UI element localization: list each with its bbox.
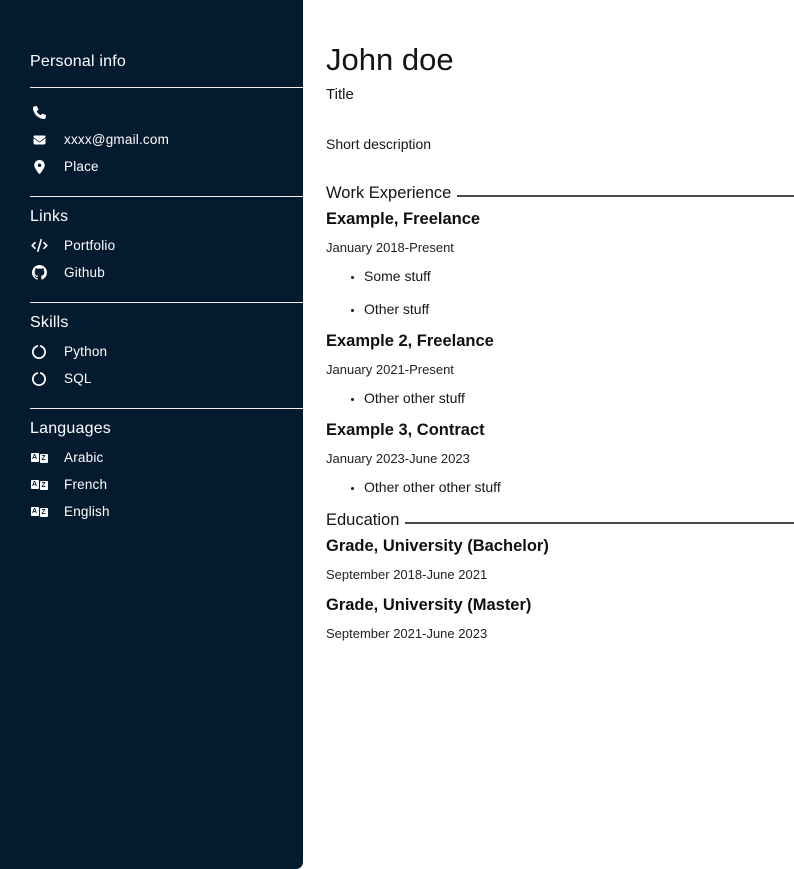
person-name: John doe [326, 42, 794, 78]
sidebar-section-title-skills: Skills [30, 314, 303, 332]
language-english-row: AZ English [30, 498, 303, 525]
entry-period: September 2021-June 2023 [326, 626, 794, 641]
language-icon: AZ [30, 479, 48, 490]
entry-bullets: Other other other stuff [326, 479, 794, 496]
section-heading-label: Work Experience [326, 183, 451, 203]
entry-role: Grade, University (Bachelor) [326, 537, 794, 556]
sidebar-section-title-languages: Languages [30, 420, 303, 438]
section-heading-work-experience: Work Experience [326, 183, 794, 203]
work-entry: Example 3, Contract January 2023-June 20… [326, 421, 794, 496]
sidebar-divider [30, 87, 303, 88]
education-entry: Grade, University (Master) September 202… [326, 596, 794, 641]
code-icon [30, 239, 48, 252]
envelope-icon [30, 134, 48, 146]
sidebar-divider [30, 302, 303, 303]
github-icon [30, 265, 48, 280]
link-portfolio-label: Portfolio [64, 238, 115, 253]
language-icon: AZ [30, 506, 48, 517]
sidebar-divider [30, 196, 303, 197]
contact-place-label: Place [64, 159, 99, 174]
entry-period: January 2021-Present [326, 362, 794, 377]
entry-role: Grade, University (Master) [326, 596, 794, 615]
language-french-label: French [64, 477, 107, 492]
entry-period: September 2018-June 2021 [326, 567, 794, 582]
skill-python-row: Python [30, 338, 303, 365]
language-icon: AZ [30, 452, 48, 463]
skill-python-label: Python [64, 344, 107, 359]
skill-sql-row: SQL [30, 365, 303, 392]
entry-bullets: Some stuff Other stuff [326, 268, 794, 318]
phone-icon [30, 106, 48, 119]
work-entry: Example, Freelance January 2018-Present … [326, 210, 794, 318]
contact-email-label: xxxx@gmail.com [64, 132, 169, 147]
circle-notch-icon [30, 345, 48, 359]
section-heading-education: Education [326, 510, 794, 530]
language-arabic-row: AZ Arabic [30, 444, 303, 471]
language-french-row: AZ French [30, 471, 303, 498]
section-heading-rule [405, 522, 794, 524]
entry-bullets: Other other stuff [326, 390, 794, 407]
work-entry: Example 2, Freelance January 2021-Presen… [326, 332, 794, 407]
language-english-label: English [64, 504, 110, 519]
sidebar-section-title-links: Links [30, 208, 303, 226]
sidebar-divider [30, 408, 303, 409]
skill-sql-label: SQL [64, 371, 92, 386]
link-portfolio-row[interactable]: Portfolio [30, 232, 303, 259]
bullet-item: Some stuff [364, 268, 794, 285]
sidebar: Personal info xxxx@gmail.com Place Links… [0, 0, 303, 869]
main-content: John doe Title Short description Work Ex… [303, 0, 794, 869]
language-arabic-label: Arabic [64, 450, 103, 465]
section-heading-rule [457, 195, 794, 197]
contact-email-row: xxxx@gmail.com [30, 126, 303, 153]
bullet-item: Other other other stuff [364, 479, 794, 496]
contact-phone-row [30, 99, 303, 126]
entry-period: January 2023-June 2023 [326, 451, 794, 466]
circle-notch-icon [30, 372, 48, 386]
bullet-item: Other stuff [364, 301, 794, 318]
entry-period: January 2018-Present [326, 240, 794, 255]
sidebar-section-title-personal-info: Personal info [30, 53, 303, 71]
link-github-row[interactable]: Github [30, 259, 303, 286]
link-github-label: Github [64, 265, 105, 280]
location-pin-icon [30, 160, 48, 174]
person-title: Title [326, 86, 794, 104]
contact-place-row: Place [30, 153, 303, 180]
bullet-item: Other other stuff [364, 390, 794, 407]
section-heading-label: Education [326, 510, 399, 530]
entry-role: Example, Freelance [326, 210, 794, 229]
short-description: Short description [326, 136, 794, 153]
entry-role: Example 3, Contract [326, 421, 794, 440]
entry-role: Example 2, Freelance [326, 332, 794, 351]
education-entry: Grade, University (Bachelor) September 2… [326, 537, 794, 582]
